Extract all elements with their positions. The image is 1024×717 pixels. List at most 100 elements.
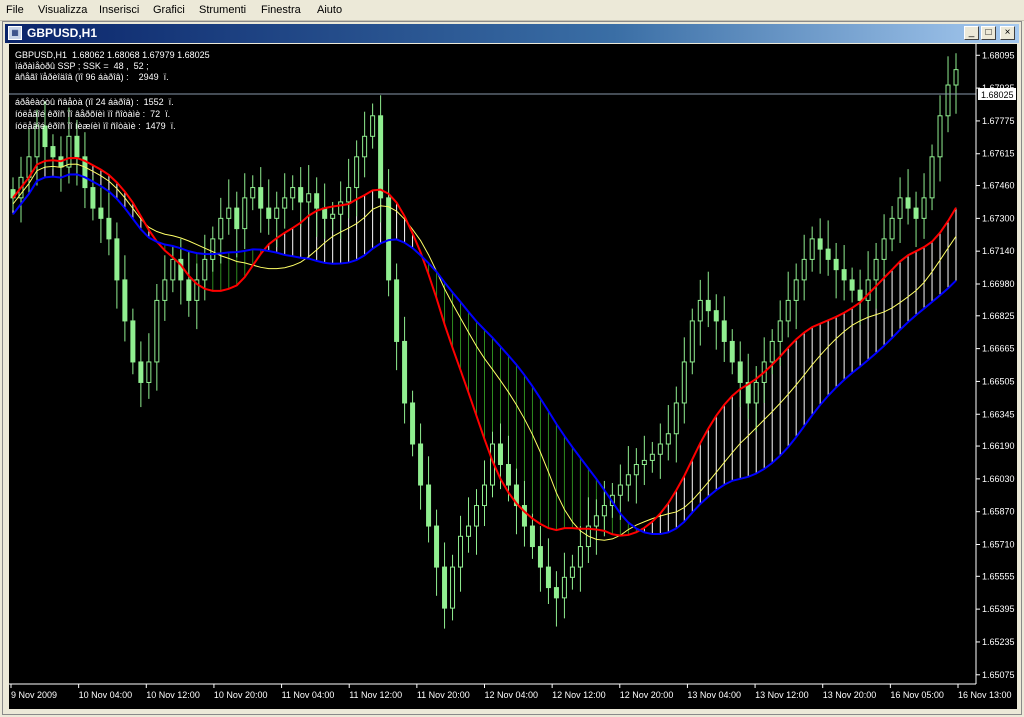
- candle-body: [553, 587, 559, 599]
- candle-body: [362, 135, 368, 158]
- menu-inserisci[interactable]: Inserisci: [99, 4, 139, 16]
- candle-body: [577, 546, 583, 568]
- candle-body: [202, 258, 208, 281]
- candle-body: [785, 299, 791, 322]
- menu-bar: File Visualizza Inserisci Grafici Strume…: [0, 0, 1024, 21]
- time-tick-label: 13 Nov 12:00: [755, 690, 809, 700]
- price-tick-label: 1.66030: [982, 474, 1015, 484]
- candle-body: [402, 340, 408, 404]
- candle-body: [945, 84, 951, 117]
- time-tick-label: 9 Nov 2009: [11, 690, 57, 700]
- candle-body: [897, 197, 903, 219]
- candle-body: [713, 310, 719, 322]
- candle-body: [817, 238, 823, 250]
- candle-body: [378, 115, 384, 199]
- price-tick-label: 1.65075: [982, 670, 1015, 680]
- candle-body: [154, 299, 160, 363]
- candle-body: [921, 197, 927, 219]
- price-tick-label: 1.65235: [982, 637, 1015, 647]
- candle-body: [90, 187, 96, 209]
- candle-body: [953, 69, 959, 86]
- candle-body: [122, 279, 128, 322]
- time-tick-label: 12 Nov 04:00: [485, 690, 539, 700]
- candle-body: [801, 258, 807, 281]
- price-axis: 1.680951.679351.677751.676151.674601.673…: [976, 50, 1015, 680]
- candle-body: [330, 213, 336, 219]
- time-tick-label: 11 Nov 20:00: [417, 690, 470, 700]
- candle-body: [394, 279, 400, 342]
- candle-body: [881, 238, 887, 260]
- menu-file[interactable]: File: [6, 4, 24, 16]
- candle-body: [865, 279, 871, 301]
- candle-body: [170, 258, 176, 281]
- candle-body: [146, 361, 152, 383]
- price-tick-label: 1.67300: [982, 213, 1015, 223]
- candle-body: [282, 197, 288, 209]
- menu-aiuto[interactable]: Aiuto: [317, 4, 342, 16]
- candle-body: [889, 217, 895, 240]
- candle-body: [50, 146, 56, 158]
- price-tick-label: 1.66505: [982, 376, 1015, 386]
- candle-body: [226, 207, 232, 219]
- candle-body: [138, 361, 144, 383]
- menu-grafici[interactable]: Grafici: [153, 4, 185, 16]
- candle-body: [74, 135, 80, 158]
- candle-body: [426, 484, 432, 527]
- price-tick-label: 1.65870: [982, 507, 1015, 517]
- candle-body: [186, 279, 192, 301]
- info-line-3: âñåãî ïåðèîäîâ (ïî 96 áàðîâ) : 2949 ï.: [15, 72, 169, 82]
- candle-body: [274, 207, 280, 219]
- menu-finestra[interactable]: Finestra: [261, 4, 301, 16]
- candle-body: [418, 443, 424, 486]
- candle-body: [234, 207, 240, 230]
- minimize-button[interactable]: _: [964, 26, 979, 40]
- candle-body: [474, 505, 480, 527]
- candle-body: [521, 505, 527, 527]
- candle-body: [697, 299, 703, 322]
- candle-body: [937, 115, 943, 158]
- time-axis: 9 Nov 2009 10 Nov 04:00 10 Nov 12:00 10 Nov…: [10, 684, 1012, 700]
- time-tick-label: 10 Nov 04:00: [79, 690, 133, 700]
- menu-visualizza[interactable]: Visualizza: [38, 4, 87, 16]
- candle-body: [218, 217, 224, 240]
- candle-body: [537, 546, 543, 568]
- candle-body: [681, 361, 687, 404]
- candle-body: [673, 402, 679, 435]
- candle-body: [458, 535, 464, 568]
- candle-body: [649, 453, 655, 461]
- candle-body: [162, 279, 168, 301]
- candle-body: [210, 238, 216, 260]
- ohlc-info: GBPUSD,H1 1.68062 1.68068 1.67979 1.6802…: [15, 50, 210, 60]
- chart-svg[interactable]: 1.680951.679351.677751.676151.674601.673…: [9, 44, 1017, 709]
- candle-body: [505, 464, 511, 486]
- candle-body: [338, 201, 344, 215]
- menu-strumenti[interactable]: Strumenti: [199, 4, 246, 16]
- candle-body: [386, 197, 392, 281]
- price-tick-label: 1.66665: [982, 344, 1015, 354]
- candle-body: [641, 459, 647, 466]
- candle-body: [290, 187, 296, 199]
- price-tick-label: 1.66980: [982, 279, 1015, 289]
- close-button[interactable]: ×: [1000, 26, 1015, 40]
- price-tick-label: 1.66345: [982, 409, 1015, 419]
- price-tick-label: 1.65395: [982, 604, 1015, 614]
- price-tick-label: 1.65555: [982, 571, 1015, 581]
- chart-window-titlebar[interactable]: ▦ GBPUSD,H1 _ □ ×: [5, 24, 1019, 43]
- candle-body: [434, 525, 440, 568]
- price-chart[interactable]: 1.680951.679351.677751.676151.674601.673…: [9, 44, 1017, 709]
- candle-body: [601, 505, 607, 517]
- time-tick-label: 16 Nov 13:00: [958, 690, 1012, 700]
- candle-body: [833, 258, 839, 271]
- candle-body: [841, 269, 847, 281]
- chart-window-title: GBPUSD,H1: [27, 26, 98, 40]
- candle-body: [857, 289, 863, 301]
- candle-body: [114, 238, 120, 281]
- maximize-button[interactable]: □: [981, 26, 996, 40]
- candle-body: [561, 576, 567, 599]
- time-tick-label: 16 Nov 05:00: [890, 690, 944, 700]
- candle-body: [657, 443, 663, 455]
- candle-body: [729, 340, 735, 363]
- candle-body: [633, 464, 639, 476]
- candle-body: [929, 156, 935, 199]
- cloud-hatch-green: [164, 244, 637, 536]
